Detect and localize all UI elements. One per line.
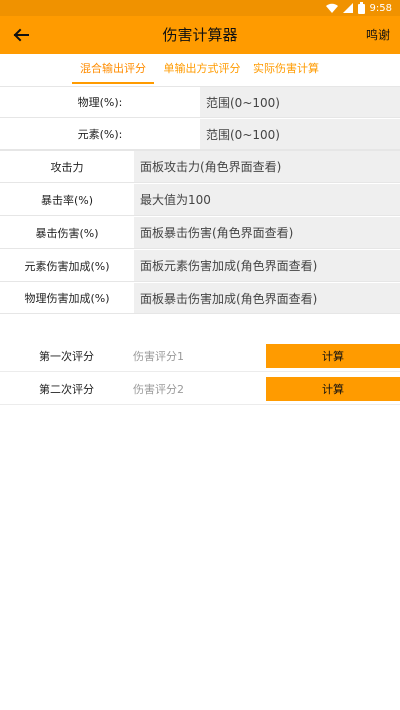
score-row-second: 第二次评分 伤害评分2 计算 bbox=[0, 373, 400, 405]
form-row-attack: 攻击力 面板攻击力(角色界面查看) bbox=[0, 151, 400, 183]
form-row-crit-rate: 暴击率(%) 最大值为100 bbox=[0, 184, 400, 216]
battery-icon bbox=[357, 2, 365, 14]
physical-ratio-label: 物理(%): bbox=[77, 96, 123, 109]
tab-actual-damage[interactable]: 实际伤害计算 bbox=[250, 54, 322, 86]
wifi-icon bbox=[325, 3, 338, 13]
calculate-first-button[interactable]: 计算 bbox=[266, 344, 400, 368]
status-icons: 9:58 bbox=[325, 1, 392, 15]
elemental-ratio-input[interactable]: 范围(0~100) bbox=[200, 119, 400, 149]
second-score-label: 第二次评分 bbox=[39, 382, 94, 396]
status-time: 9:58 bbox=[369, 2, 392, 14]
back-button[interactable] bbox=[6, 20, 36, 50]
form-row-elemental-bonus: 元素伤害加成(%) 面板元素伤害加成(角色界面查看) bbox=[0, 250, 400, 282]
calculate-second-button[interactable]: 计算 bbox=[266, 377, 400, 401]
tab-bar: 混合输出评分 单输出方式评分 实际伤害计算 bbox=[0, 54, 400, 86]
crit-damage-input[interactable]: 面板暴击伤害(角色界面查看) bbox=[134, 217, 400, 248]
signal-icon bbox=[342, 3, 353, 13]
physical-ratio-input[interactable]: 范围(0~100) bbox=[200, 87, 400, 117]
elemental-bonus-input[interactable]: 面板元素伤害加成(角色界面查看) bbox=[134, 250, 400, 281]
score-row-first: 第一次评分 伤害评分1 计算 bbox=[0, 340, 400, 372]
physical-bonus-input[interactable]: 面板暴击伤害加成(角色界面查看) bbox=[134, 283, 400, 313]
tab-single-output-score[interactable]: 单输出方式评分 bbox=[160, 54, 244, 86]
crit-rate-input[interactable]: 最大值为100 bbox=[134, 184, 400, 215]
attack-label: 攻击力 bbox=[50, 160, 84, 174]
active-tab-indicator bbox=[72, 82, 154, 84]
status-bar: 9:58 bbox=[0, 0, 400, 16]
physical-bonus-label: 物理伤害加成(%) bbox=[24, 292, 110, 305]
first-score-input[interactable]: 伤害评分1 bbox=[133, 340, 263, 371]
form-row-physical-ratio: 物理(%): 范围(0~100) bbox=[0, 87, 400, 118]
first-score-label: 第一次评分 bbox=[39, 349, 94, 363]
elemental-ratio-label: 元素(%): bbox=[77, 128, 123, 141]
form-row-elemental-ratio: 元素(%): 范围(0~100) bbox=[0, 119, 400, 150]
elemental-bonus-label: 元素伤害加成(%) bbox=[24, 259, 110, 273]
form-row-crit-damage: 暴击伤害(%) 面板暴击伤害(角色界面查看) bbox=[0, 217, 400, 249]
crit-damage-label: 暴击伤害(%) bbox=[35, 226, 99, 240]
app-bar: 伤害计算器 鸣谢 bbox=[0, 16, 400, 54]
arrow-left-icon bbox=[13, 28, 29, 42]
page-title: 伤害计算器 bbox=[162, 26, 238, 44]
thanks-button[interactable]: 鸣谢 bbox=[366, 16, 390, 54]
attack-input[interactable]: 面板攻击力(角色界面查看) bbox=[134, 151, 400, 182]
second-score-input[interactable]: 伤害评分2 bbox=[133, 373, 263, 404]
crit-rate-label: 暴击率(%) bbox=[40, 193, 94, 207]
form-row-physical-bonus: 物理伤害加成(%) 面板暴击伤害加成(角色界面查看) bbox=[0, 283, 400, 314]
